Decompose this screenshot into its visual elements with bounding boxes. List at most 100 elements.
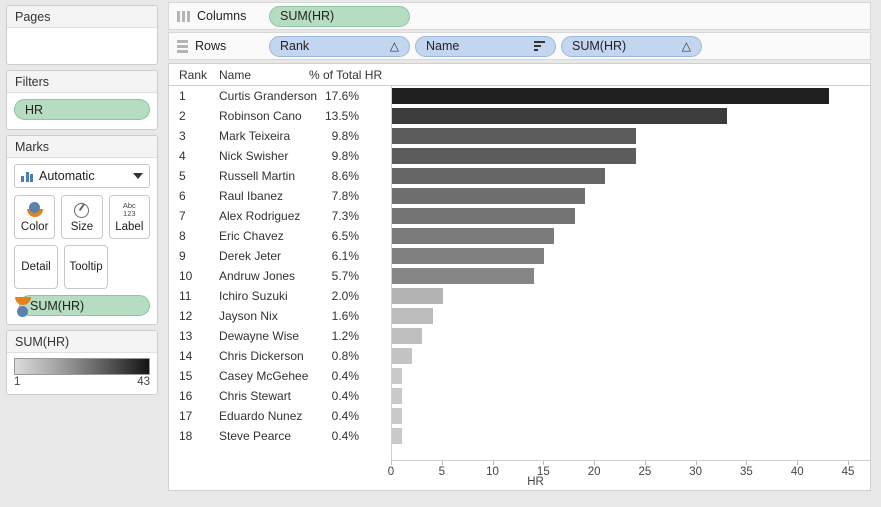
- table-row[interactable]: 8 Eric Chavez 6.5%: [169, 226, 396, 246]
- table-row[interactable]: 7 Alex Rodriguez 7.3%: [169, 206, 396, 226]
- rows-pill-rank[interactable]: Rank △: [269, 35, 410, 57]
- cell-rank: 13: [179, 329, 193, 343]
- rows-shelf-label: Rows: [173, 39, 269, 53]
- color-button[interactable]: Color: [14, 195, 56, 239]
- bar-mark[interactable]: [392, 188, 585, 204]
- cell-pct-of-total: 5.7%: [331, 269, 359, 283]
- cell-name: Raul Ibanez: [219, 189, 284, 203]
- tooltip-button[interactable]: Tooltip: [64, 245, 108, 289]
- filters-card-title: Filters: [7, 71, 157, 93]
- rows-pill-sum-hr-label: SUM(HR): [572, 39, 627, 53]
- columns-pill-sum-hr[interactable]: SUM(HR): [269, 5, 410, 27]
- bar-mark[interactable]: [392, 248, 545, 264]
- bar-mark[interactable]: [392, 268, 535, 284]
- bar-mark[interactable]: [392, 348, 413, 364]
- mark-type-dropdown[interactable]: Automatic: [14, 164, 150, 188]
- column-header-pct-of-total: % of Total HR: [309, 68, 383, 82]
- cell-rank: 3: [179, 129, 186, 143]
- cell-pct-of-total: 8.6%: [331, 169, 359, 183]
- bar-mark[interactable]: [392, 428, 403, 444]
- bar-mark[interactable]: [392, 228, 555, 244]
- cell-name: Ichiro Suzuki: [219, 289, 288, 303]
- bar-mark[interactable]: [392, 208, 575, 224]
- detail-button[interactable]: Detail: [14, 245, 58, 289]
- bar-mark[interactable]: [392, 88, 829, 104]
- table-row[interactable]: 17 Eduardo Nunez 0.4%: [169, 406, 396, 426]
- bar-mark[interactable]: [392, 308, 433, 324]
- bar-mark[interactable]: [392, 408, 403, 424]
- row-headers-table: 1 Curtis Granderson 17.6% 2 Robinson Cano 13.…: [169, 85, 396, 460]
- mark-type-label: Automatic: [39, 169, 95, 183]
- x-axis-title: HR: [169, 476, 872, 488]
- axis-tick: [391, 461, 392, 465]
- bar-mark[interactable]: [392, 368, 403, 384]
- color-legend-gradient[interactable]: [14, 358, 150, 375]
- cell-pct-of-total: 2.0%: [331, 289, 359, 303]
- table-row[interactable]: 2 Robinson Cano 13.5%: [169, 106, 396, 126]
- color-legend-card: SUM(HR) 1 43: [6, 330, 158, 395]
- bar-mark[interactable]: [392, 388, 403, 404]
- columns-shelf[interactable]: Columns SUM(HR): [168, 2, 871, 30]
- pages-card-title: Pages: [7, 6, 157, 28]
- cell-name: Eric Chavez: [219, 229, 284, 243]
- cell-pct-of-total: 17.6%: [324, 89, 359, 103]
- bar-mark[interactable]: [392, 108, 728, 124]
- color-legend-title: SUM(HR): [7, 331, 157, 353]
- label-button[interactable]: Abc 123 Label: [108, 195, 150, 239]
- table-row[interactable]: 15 Casey McGehee 0.4%: [169, 366, 396, 386]
- table-row[interactable]: 6 Raul Ibanez 7.8%: [169, 186, 396, 206]
- cell-name: Mark Teixeira: [219, 129, 291, 143]
- table-row[interactable]: 1 Curtis Granderson 17.6%: [169, 86, 396, 106]
- cell-rank: 14: [179, 349, 193, 363]
- bar-mark[interactable]: [392, 148, 636, 164]
- axis-tick: [746, 461, 748, 465]
- worksheet-area: Columns SUM(HR) Rows Rank △ Name SUM(HR)…: [164, 0, 881, 507]
- size-icon: [74, 201, 90, 219]
- columns-icon: [177, 10, 190, 22]
- columns-label-text: Columns: [197, 9, 247, 23]
- marks-pill-sum-hr[interactable]: SUM(HR): [19, 295, 150, 316]
- color-button-label: Color: [20, 221, 49, 233]
- axis-tick: [644, 461, 646, 465]
- bar-row: [392, 266, 870, 286]
- table-row[interactable]: 18 Steve Pearce 0.4%: [169, 426, 396, 446]
- rows-pill-sum-hr[interactable]: SUM(HR) △: [561, 35, 702, 57]
- pages-card: Pages: [6, 5, 158, 65]
- columns-pill-label: SUM(HR): [280, 9, 335, 23]
- filters-drop-zone[interactable]: HR: [7, 93, 157, 128]
- rows-pill-name[interactable]: Name: [415, 35, 556, 57]
- axis-tick: [492, 461, 494, 465]
- bar-mark[interactable]: [392, 288, 443, 304]
- filter-pill-hr[interactable]: HR: [14, 99, 150, 120]
- table-row[interactable]: 13 Dewayne Wise 1.2%: [169, 326, 396, 346]
- cell-rank: 9: [179, 249, 186, 263]
- table-row[interactable]: 14 Chris Dickerson 0.8%: [169, 346, 396, 366]
- rows-pill-rank-label: Rank: [280, 39, 310, 53]
- bar-row: [392, 366, 870, 386]
- marks-encoding-row: SUM(HR): [14, 295, 150, 317]
- table-row[interactable]: 3 Mark Teixeira 9.8%: [169, 126, 396, 146]
- table-row[interactable]: 11 Ichiro Suzuki 2.0%: [169, 286, 396, 306]
- cell-pct-of-total: 6.1%: [331, 249, 359, 263]
- cell-rank: 6: [179, 189, 186, 203]
- rows-shelf[interactable]: Rows Rank △ Name SUM(HR) △: [168, 32, 871, 60]
- filters-card: Filters HR: [6, 70, 158, 130]
- cell-rank: 4: [179, 149, 186, 163]
- bar-mark[interactable]: [392, 168, 606, 184]
- size-button[interactable]: Size: [61, 195, 103, 239]
- cell-rank: 11: [179, 289, 192, 303]
- table-row[interactable]: 16 Chris Stewart 0.4%: [169, 386, 396, 406]
- bar-mark[interactable]: [392, 328, 423, 344]
- table-row[interactable]: 5 Russell Martin 8.6%: [169, 166, 396, 186]
- table-row[interactable]: 12 Jayson Nix 1.6%: [169, 306, 396, 326]
- cell-pct-of-total: 0.4%: [331, 409, 359, 423]
- table-row[interactable]: 10 Andruw Jones 5.7%: [169, 266, 396, 286]
- bar-mark[interactable]: [392, 128, 636, 144]
- table-row[interactable]: 4 Nick Swisher 9.8%: [169, 146, 396, 166]
- color-legend-max: 43: [137, 376, 150, 388]
- cell-rank: 7: [179, 209, 186, 223]
- cell-name: Casey McGehee: [219, 369, 309, 383]
- cell-name: Chris Dickerson: [219, 349, 304, 363]
- pages-drop-zone[interactable]: [7, 28, 157, 58]
- table-row[interactable]: 9 Derek Jeter 6.1%: [169, 246, 396, 266]
